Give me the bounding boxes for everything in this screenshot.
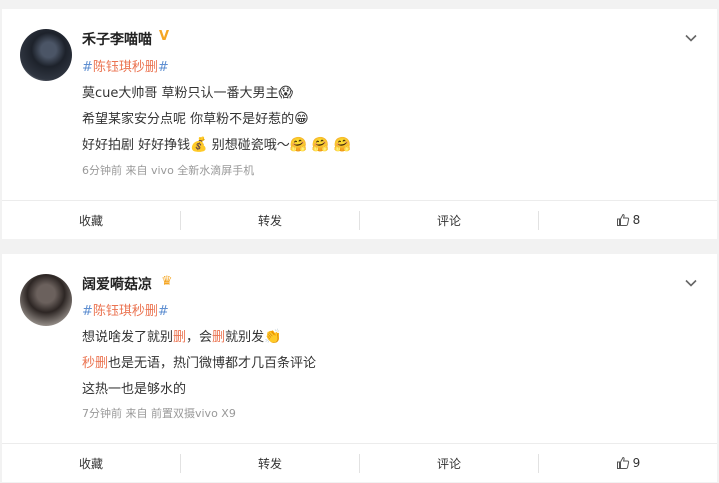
- repost-button[interactable]: 转发: [181, 444, 359, 482]
- like-button[interactable]: 9: [539, 444, 717, 482]
- grin-emoji: 😁: [294, 111, 309, 127]
- money-bag-emoji: 💰: [190, 137, 208, 153]
- chevron-down-icon[interactable]: [682, 274, 700, 292]
- chevron-down-icon[interactable]: [682, 29, 700, 47]
- like-count: 9: [632, 456, 641, 470]
- post-meta: 7分钟前 来自 前置双摄vivo X9: [82, 407, 236, 420]
- clap-emoji: 👏: [264, 329, 282, 345]
- thumbs-up-icon: [616, 456, 630, 470]
- post-text-line: 希望某家安分点呢 你草粉不是好惹的😁: [82, 111, 309, 127]
- post-text-line: 好好拍剧 好好挣钱💰 别想碰瓷哦～🤗 🤗 🤗: [82, 137, 351, 153]
- like-count: 8: [632, 213, 641, 227]
- favorite-button[interactable]: 收藏: [2, 201, 180, 239]
- repost-button[interactable]: 转发: [181, 201, 359, 239]
- crown-badge-icon: ♛: [161, 274, 173, 289]
- username[interactable]: 阔爱嗬菇凉: [82, 274, 152, 294]
- action-bar: 收藏 转发 评论 9: [2, 444, 717, 482]
- thumbs-up-icon: [616, 213, 630, 227]
- post-text-line: 莫cue大帅哥 草粉只认一番大男主😱: [82, 85, 294, 101]
- comment-button[interactable]: 评论: [360, 444, 538, 482]
- post-text-line: 秒删也是无语，热门微博都才几百条评论: [82, 356, 317, 371]
- topic-link[interactable]: #陈钰琪秒删#: [82, 300, 169, 319]
- post-text-line: 这热一也是够水的: [82, 382, 187, 397]
- post-text-line: 想说啥发了就别删，会删就别发👏: [82, 329, 282, 345]
- hug-emoji: 🤗 🤗 🤗: [289, 137, 351, 153]
- like-button[interactable]: 8: [539, 201, 717, 239]
- username[interactable]: 禾子李喵喵: [82, 29, 152, 49]
- topic-link[interactable]: #陈钰琪秒删#: [82, 56, 169, 75]
- user-avatar[interactable]: [20, 274, 72, 326]
- scream-emoji: 😱: [278, 85, 294, 101]
- weibo-post-card: 禾子李喵喵 V #陈钰琪秒删# 莫cue大帅哥 草粉只认一番大男主😱 希望某家安…: [2, 9, 717, 239]
- post-meta: 6分钟前 来自 vivo 全新水滴屏手机: [82, 164, 255, 177]
- favorite-button[interactable]: 收藏: [2, 444, 180, 482]
- verified-badge-icon: V: [159, 29, 170, 44]
- weibo-post-card: 阔爱嗬菇凉 ♛ #陈钰琪秒删# 想说啥发了就别删，会删就别发👏 秒删也是无语，热…: [2, 254, 717, 482]
- user-avatar[interactable]: [20, 29, 72, 81]
- action-bar: 收藏 转发 评论 8: [2, 201, 717, 239]
- comment-button[interactable]: 评论: [360, 201, 538, 239]
